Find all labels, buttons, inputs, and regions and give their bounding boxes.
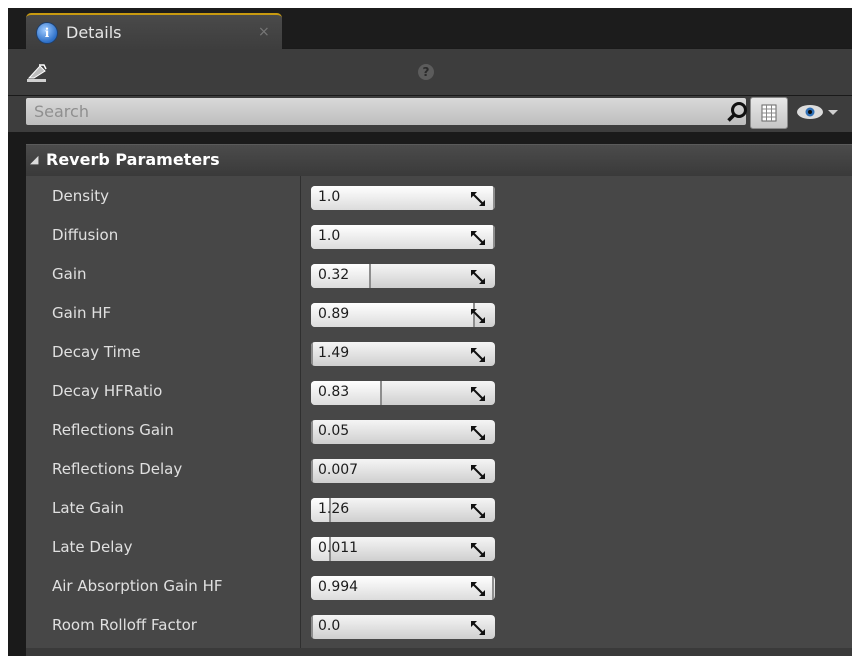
search-row: Search [8,96,852,132]
property-row: Reflections Delay 0.007 [26,449,852,488]
property-row: Room Rolloff Factor 0.0 [26,605,852,644]
info-icon: i [36,22,58,44]
value-spinbox[interactable]: 0.011 [311,537,495,561]
value-text: 1.49 [318,345,350,361]
section-reverb-parameters[interactable]: ◢ Reverb Parameters [26,144,852,176]
tab-details[interactable]: i Details × [26,13,282,51]
property-row: Air Absorption Gain HF 0.994 [26,566,852,605]
value-spinbox[interactable]: 1.0 [311,225,495,249]
property-row: Reflections Gain 0.05 [26,410,852,449]
property-row: Decay HFRatio 0.83 [26,371,852,410]
drag-arrows-icon [471,465,485,479]
lock-icon[interactable] [26,63,48,83]
grid-icon [761,104,777,122]
value-text: 1.0 [318,189,341,205]
property-list: Density 1.0 Diffusion 1.0 Gain 0.32 Gain… [26,176,852,656]
value-text: 0.011 [318,540,359,556]
value-text: 1.0 [318,228,341,244]
value-text: 1.26 [318,501,350,517]
property-label: Reflections Delay [52,460,183,478]
drag-arrows-icon [471,270,485,284]
property-label: Room Rolloff Factor [52,616,197,634]
collapse-arrow-icon[interactable]: ◢ [30,153,38,166]
search-icon[interactable] [726,101,748,123]
property-row: Late Delay 0.011 [26,527,852,566]
value-fill [311,459,313,483]
value-spinbox[interactable]: 0.05 [311,420,495,444]
drag-arrows-icon [471,543,485,557]
search-input[interactable]: Search [26,98,748,125]
value-spinbox[interactable]: 0.0 [311,615,495,639]
property-row: Decay Time 1.49 [26,332,852,371]
value-fill [311,420,313,444]
property-row: Diffusion 1.0 [26,215,852,254]
value-spinbox[interactable]: 0.32 [311,264,495,288]
value-spinbox[interactable]: 0.994 [311,576,495,600]
value-spinbox[interactable]: 0.007 [311,459,495,483]
search-placeholder: Search [34,102,89,121]
property-row: Late Gain 1.26 [26,488,852,527]
value-spinbox[interactable]: 0.89 [311,303,495,327]
tab-title: Details [66,23,122,42]
value-spinbox[interactable]: 1.0 [311,186,495,210]
property-label: Density [52,187,110,205]
property-row: Density 1.0 [26,176,852,215]
drag-arrows-icon [471,582,485,596]
window-frame: i Details × ? Search ◢ Reverb Parameters… [0,0,852,656]
view-options-button[interactable] [750,97,788,129]
close-icon[interactable]: × [258,24,270,40]
property-label: Decay Time [52,343,141,361]
property-label: Decay HFRatio [52,382,163,400]
drag-arrows-icon [471,504,485,518]
value-fill [311,615,313,639]
drag-arrows-icon [471,426,485,440]
drag-arrows-icon [471,348,485,362]
property-row: Gain HF 0.89 [26,293,852,332]
value-text: 0.32 [318,267,350,283]
drag-arrows-icon [471,192,485,206]
details-panel: i Details × ? Search ◢ Reverb Parameters… [8,8,852,656]
property-label: Reflections Gain [52,421,174,439]
drag-arrows-icon [471,231,485,245]
drag-arrows-icon [471,387,485,401]
property-label: Gain [52,265,87,283]
toolbar: ? [8,49,852,95]
value-fill [311,342,313,366]
property-label: Gain HF [52,304,112,322]
value-spinbox[interactable]: 0.83 [311,381,495,405]
drag-arrows-icon [471,621,485,635]
value-spinbox[interactable]: 1.26 [311,498,495,522]
value-spinbox[interactable]: 1.49 [311,342,495,366]
tab-bar: i Details × [8,8,852,51]
value-text: 0.0 [318,618,341,634]
eye-icon[interactable] [794,102,842,122]
panel-footer [26,648,852,656]
value-text: 0.994 [318,579,359,595]
help-icon[interactable]: ? [418,64,434,80]
property-row: Gain 0.32 [26,254,852,293]
property-label: Late Delay [52,538,133,556]
value-text: 0.05 [318,423,350,439]
section-title: Reverb Parameters [46,150,220,169]
value-text: 0.007 [318,462,359,478]
value-text: 0.89 [318,306,350,322]
property-label: Diffusion [52,226,119,244]
drag-arrows-icon [471,309,485,323]
property-label: Late Gain [52,499,124,517]
property-label: Air Absorption Gain HF [52,577,223,595]
value-text: 0.83 [318,384,350,400]
